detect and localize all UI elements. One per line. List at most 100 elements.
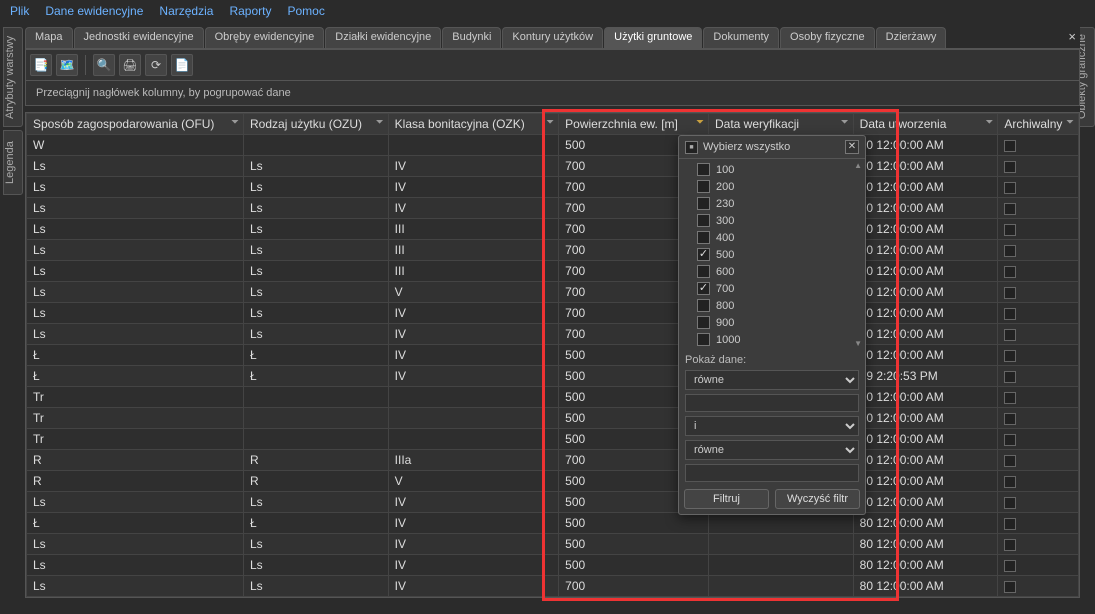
table-row[interactable]: LsLsIII70080 12:00:00 AM xyxy=(27,240,1079,261)
column-header[interactable]: Archiwalny⏷ xyxy=(998,114,1079,135)
archival-checkbox[interactable] xyxy=(1004,518,1016,530)
close-icon[interactable]: ✕ xyxy=(845,140,859,154)
pdf-export-button[interactable]: 📄 xyxy=(171,54,193,76)
filter-option[interactable]: 600 xyxy=(683,263,861,280)
table-row[interactable]: LsLsIV50080 12:00:00 AM xyxy=(27,555,1079,576)
checkbox-icon[interactable] xyxy=(697,316,710,329)
table-row[interactable]: Tr50080 12:00:00 AM xyxy=(27,408,1079,429)
table-row[interactable]: LsLsIV70080 12:00:00 AM xyxy=(27,324,1079,345)
table-row[interactable]: LsLsIV70080 12:00:00 AM xyxy=(27,198,1079,219)
close-icon[interactable]: × xyxy=(1068,29,1076,44)
archival-checkbox[interactable] xyxy=(1004,140,1016,152)
archival-checkbox[interactable] xyxy=(1004,392,1016,404)
table-row[interactable]: LsLsIII70080 12:00:00 AM xyxy=(27,261,1079,282)
map-edit-button[interactable]: 🗺️ xyxy=(56,54,78,76)
checkbox-icon[interactable] xyxy=(697,333,710,346)
archival-checkbox[interactable] xyxy=(1004,329,1016,341)
filter-option[interactable]: 200 xyxy=(683,178,861,195)
checkbox-icon[interactable] xyxy=(697,214,710,227)
filter-icon[interactable]: ⏷ xyxy=(1066,117,1074,128)
filter-option[interactable]: 900 xyxy=(683,314,861,331)
archival-checkbox[interactable] xyxy=(1004,371,1016,383)
archival-checkbox[interactable] xyxy=(1004,224,1016,236)
filter-option[interactable]: 300 xyxy=(683,212,861,229)
column-header[interactable]: Sposób zagospodarowania (OFU)⏷ xyxy=(27,114,244,135)
tab[interactable]: Dzierżawy xyxy=(876,27,947,48)
tab[interactable]: Mapa xyxy=(25,27,73,48)
tab[interactable]: Dokumenty xyxy=(703,27,779,48)
print-button[interactable]: 🖨 xyxy=(119,54,141,76)
menu-item[interactable]: Narzędzia xyxy=(159,4,213,18)
filter-option[interactable]: 100 xyxy=(683,161,861,178)
column-header[interactable]: Data utworzenia⏷ xyxy=(853,114,998,135)
filter-icon[interactable]: ⏷ xyxy=(376,117,384,128)
archival-checkbox[interactable] xyxy=(1004,350,1016,362)
table-row[interactable]: LsLsIV70080 12:00:00 AM xyxy=(27,576,1079,597)
archival-checkbox[interactable] xyxy=(1004,308,1016,320)
table-row[interactable]: LsLsIV70080 12:00:00 AM xyxy=(27,303,1079,324)
condition1-select[interactable]: równe xyxy=(685,370,859,390)
table-row[interactable]: ŁŁIV50080 12:00:00 AM xyxy=(27,345,1079,366)
conjunction-select[interactable]: i xyxy=(685,416,859,436)
tab[interactable]: Kontury użytków xyxy=(502,27,603,48)
archival-checkbox[interactable] xyxy=(1004,539,1016,551)
checkbox-icon[interactable] xyxy=(697,282,710,295)
archival-checkbox[interactable] xyxy=(1004,182,1016,194)
archival-checkbox[interactable] xyxy=(1004,581,1016,593)
archival-checkbox[interactable] xyxy=(1004,476,1016,488)
table-row[interactable]: LsLsIV50080 12:00:00 AM xyxy=(27,492,1079,513)
archival-checkbox[interactable] xyxy=(1004,497,1016,509)
tab[interactable]: Osoby fizyczne xyxy=(780,27,875,48)
table-row[interactable]: LsLsIII70080 12:00:00 AM xyxy=(27,219,1079,240)
filter-button[interactable]: Filtruj xyxy=(684,489,769,509)
tab[interactable]: Budynki xyxy=(442,27,501,48)
checkbox-icon[interactable] xyxy=(697,197,710,210)
side-tab-legend[interactable]: Legenda xyxy=(3,130,23,195)
refresh-button[interactable]: ⟳ xyxy=(145,54,167,76)
filter-icon[interactable]: ⏷ xyxy=(841,117,849,128)
select-all-checkbox[interactable]: Wybierz wszystko xyxy=(685,141,790,154)
menu-item[interactable]: Raporty xyxy=(229,4,271,18)
clear-filter-button[interactable]: Wyczyść filtr xyxy=(775,489,860,509)
value1-input[interactable] xyxy=(685,394,859,412)
table-row[interactable]: RRIIIa70080 12:00:00 AM xyxy=(27,450,1079,471)
table-row[interactable]: RRV50080 12:00:00 AM xyxy=(27,471,1079,492)
filter-option[interactable]: 400 xyxy=(683,229,861,246)
checkbox-icon[interactable] xyxy=(697,265,710,278)
checkbox-icon[interactable] xyxy=(697,299,710,312)
menu-item[interactable]: Pomoc xyxy=(287,4,324,18)
menu-item[interactable]: Dane ewidencyjne xyxy=(45,4,143,18)
table-row[interactable]: LsLsIV70080 12:00:00 AM xyxy=(27,156,1079,177)
filter-option[interactable]: 500 xyxy=(683,246,861,263)
scroll-down-icon[interactable]: ▼ xyxy=(854,339,862,348)
value2-input[interactable] xyxy=(685,464,859,482)
table-row[interactable]: LsLsV70080 12:00:00 AM xyxy=(27,282,1079,303)
checkbox-icon[interactable] xyxy=(697,231,710,244)
tab[interactable]: Działki ewidencyjne xyxy=(325,27,441,48)
checkbox-icon[interactable] xyxy=(697,163,710,176)
filter-option[interactable]: 700 xyxy=(683,280,861,297)
archival-checkbox[interactable] xyxy=(1004,203,1016,215)
column-header[interactable]: Data weryfikacji⏷ xyxy=(709,114,854,135)
scroll-up-icon[interactable]: ▲ xyxy=(854,161,862,170)
filter-option[interactable]: 800 xyxy=(683,297,861,314)
filter-icon[interactable]: ⏷ xyxy=(231,117,239,128)
archival-checkbox[interactable] xyxy=(1004,266,1016,278)
menu-item[interactable]: Plik xyxy=(10,4,29,18)
table-row[interactable]: ŁŁIV50009 2:20:53 PM xyxy=(27,366,1079,387)
tab[interactable]: Użytki gruntowe xyxy=(604,27,702,48)
archival-checkbox[interactable] xyxy=(1004,161,1016,173)
filter-option[interactable]: 230 xyxy=(683,195,861,212)
filter-icon[interactable]: ⏷ xyxy=(985,117,993,128)
table-row[interactable]: Tr50080 12:00:00 AM xyxy=(27,429,1079,450)
archival-checkbox[interactable] xyxy=(1004,413,1016,425)
tab[interactable]: Obręby ewidencyjne xyxy=(205,27,325,48)
table-row[interactable]: LsLsIV70080 12:00:00 AM xyxy=(27,177,1079,198)
filter-icon[interactable]: ⏷ xyxy=(696,117,704,128)
column-header[interactable]: Klasa bonitacyjna (OZK)⏷ xyxy=(388,114,559,135)
table-row[interactable]: W50080 12:00:00 AM xyxy=(27,135,1079,156)
column-header[interactable]: Powierzchnia ew. [m]⏷ xyxy=(559,114,709,135)
table-row[interactable]: Tr50080 12:00:00 AM xyxy=(27,387,1079,408)
archival-checkbox[interactable] xyxy=(1004,455,1016,467)
filter-icon[interactable]: ⏷ xyxy=(546,117,554,128)
